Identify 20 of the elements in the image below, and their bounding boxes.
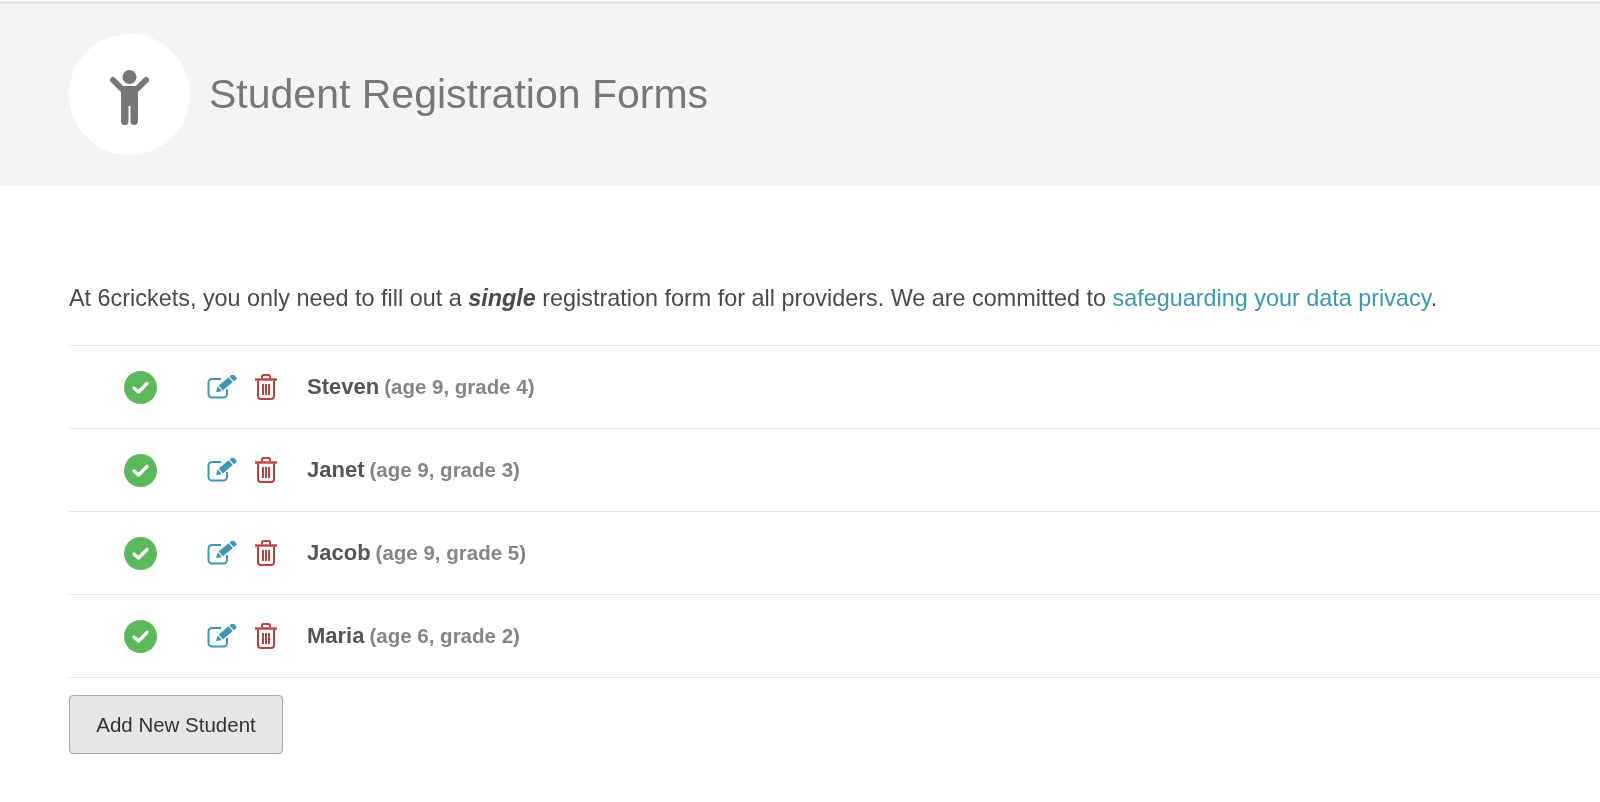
edit-icon[interactable] bbox=[207, 458, 237, 482]
page-title: Student Registration Forms bbox=[209, 71, 709, 118]
add-student-button[interactable]: Add New Student bbox=[69, 695, 283, 754]
trash-icon[interactable] bbox=[254, 457, 278, 483]
student-name: Janet bbox=[307, 457, 365, 483]
edit-icon[interactable] bbox=[207, 624, 237, 648]
person-icon bbox=[69, 34, 190, 155]
student-details: (age 6, grade 2) bbox=[369, 624, 520, 648]
edit-icon[interactable] bbox=[207, 375, 237, 399]
trash-icon[interactable] bbox=[254, 374, 278, 400]
student-details: (age 9, grade 3) bbox=[369, 458, 520, 482]
trash-icon[interactable] bbox=[254, 623, 278, 649]
student-name: Jacob bbox=[307, 540, 371, 566]
student-name: Maria bbox=[307, 623, 365, 649]
intro-text: At 6crickets, you only need to fill out a single registration form for all providers. We are committed to safeguarding your data privacy. bbox=[69, 284, 1439, 313]
student-details: (age 9, grade 5) bbox=[375, 541, 526, 565]
student-details: (age 9, grade 4) bbox=[384, 375, 535, 399]
student-name: Steven bbox=[307, 374, 380, 400]
trash-icon[interactable] bbox=[254, 540, 278, 566]
edit-icon[interactable] bbox=[207, 541, 237, 565]
